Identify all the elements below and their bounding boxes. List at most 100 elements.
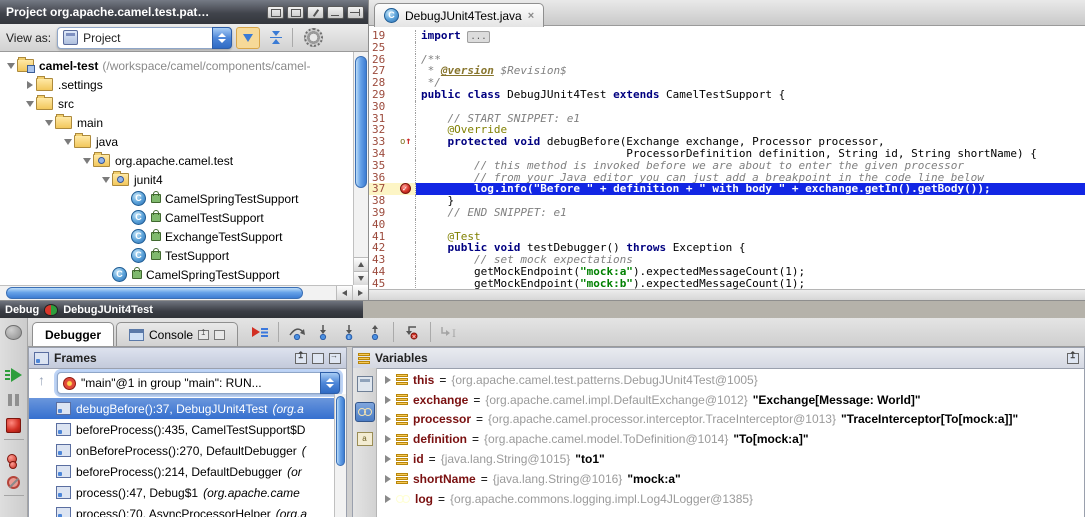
expander-closed-icon[interactable] — [385, 396, 391, 404]
gutter[interactable] — [398, 101, 416, 113]
tree-item-CamelSpringTestSupport[interactable]: CamelSpringTestSupport — [0, 189, 353, 208]
tree-item-org.apache.camel.test[interactable]: org.apache.camel.test — [0, 151, 353, 170]
collapse-all-button[interactable] — [264, 27, 288, 49]
pin-icon[interactable] — [307, 6, 324, 19]
pause-icon[interactable] — [8, 394, 19, 406]
frame-row[interactable]: process():70, AsyncProcessorHelper (org.… — [29, 503, 334, 517]
gutter[interactable] — [398, 266, 416, 278]
gutter[interactable] — [398, 54, 416, 66]
variable-row-shortName[interactable]: shortName={java.lang.String@1016}"mock:a… — [377, 469, 1084, 489]
frame-row[interactable]: beforeProcess():435, CamelTestSupport$D — [29, 419, 334, 440]
variables-restore-icon[interactable] — [1067, 353, 1079, 364]
variable-row-this[interactable]: this={org.apache.camel.test.patterns.Deb… — [377, 370, 1084, 390]
expander-closed-icon[interactable] — [385, 495, 391, 503]
breakpoint-icon[interactable] — [400, 183, 411, 194]
scroll-up-button[interactable] — [354, 257, 368, 271]
view-as-dropdown[interactable]: Project — [57, 27, 232, 49]
tree-item-CamelSpringTestSupport[interactable]: CamelSpringTestSupport — [0, 265, 353, 284]
force-step-into-button[interactable]: i — [337, 321, 361, 343]
expander-open-icon[interactable] — [23, 101, 36, 107]
gutter[interactable] — [398, 42, 416, 54]
variable-row-log[interactable]: log={org.apache.commons.logging.impl.Log… — [377, 489, 1084, 509]
gutter[interactable] — [398, 219, 416, 231]
tree-item-camel-test[interactable]: camel-test(/workspace/camel/components/c… — [0, 56, 353, 75]
scroll-from-source-button[interactable] — [236, 27, 260, 49]
view-breakpoints-icon[interactable] — [7, 454, 21, 467]
gutter[interactable] — [398, 148, 416, 160]
code-line-45[interactable]: 45 getMockEndpoint("mock:b").expectedMes… — [369, 278, 1085, 290]
variable-row-processor[interactable]: processor={org.apache.camel.processor.in… — [377, 410, 1084, 430]
expander-closed-icon[interactable] — [23, 81, 36, 89]
resume-icon[interactable] — [5, 368, 22, 382]
gutter[interactable] — [398, 242, 416, 254]
tree-item-src[interactable]: src — [0, 94, 353, 113]
gutter[interactable] — [398, 65, 416, 77]
scroll-right-button[interactable] — [352, 286, 368, 300]
hide-panel-icon[interactable] — [329, 353, 341, 364]
gutter[interactable] — [398, 183, 416, 195]
gutter[interactable] — [398, 30, 416, 42]
frame-row[interactable]: beforeProcess():214, DefaultDebugger (or — [29, 461, 334, 482]
tab-console[interactable]: Console — [116, 322, 238, 346]
editor-hscrollbar[interactable] — [369, 289, 1085, 300]
float-icon[interactable] — [267, 6, 284, 19]
step-out-button[interactable] — [363, 321, 387, 343]
hscroll-thumb[interactable] — [6, 287, 303, 299]
code-line-29[interactable]: 29public class DebugJUnit4Test extends C… — [369, 89, 1085, 101]
restore-panel-icon[interactable] — [295, 353, 307, 364]
project-tree-hscrollbar[interactable] — [0, 285, 353, 300]
editor-tab[interactable]: DebugJUnit4Test.java × — [374, 3, 544, 27]
code-line-37[interactable]: 37 log.info("Before " + definition + " w… — [369, 183, 1085, 195]
float-panel-icon[interactable] — [312, 353, 324, 364]
expander-closed-icon[interactable] — [385, 455, 391, 463]
code-line-39[interactable]: 39 // END SNIPPET: e1 — [369, 207, 1085, 219]
expander-open-icon[interactable] — [4, 63, 17, 69]
settings-button[interactable] — [301, 27, 325, 49]
tree-item-ExchangeTestSupport[interactable]: ExchangeTestSupport — [0, 227, 353, 246]
dock-icon[interactable] — [287, 6, 304, 19]
tree-item-main[interactable]: main — [0, 113, 353, 132]
variable-row-definition[interactable]: definition={org.apache.camel.model.ToDef… — [377, 429, 1084, 449]
frame-row[interactable]: process():47, Debug$1 (org.apache.came — [29, 482, 334, 503]
gutter[interactable] — [398, 124, 416, 136]
frame-row[interactable]: debugBefore():37, DebugJUnit4Test (org.a — [29, 398, 334, 419]
gutter[interactable] — [398, 89, 416, 101]
code-area[interactable]: 19import ...2526/**27 * @version $Revisi… — [369, 26, 1085, 290]
gutter[interactable] — [398, 231, 416, 243]
gutter[interactable] — [398, 278, 416, 290]
stop-icon[interactable] — [6, 418, 21, 433]
expander-open-icon[interactable] — [99, 177, 112, 183]
step-into-button[interactable] — [311, 321, 335, 343]
expander-closed-icon[interactable] — [385, 435, 391, 443]
auto-watches-icon[interactable]: a — [357, 432, 373, 446]
expander-closed-icon[interactable] — [385, 475, 391, 483]
gutter[interactable] — [398, 113, 416, 125]
gutter[interactable] — [398, 195, 416, 207]
vscroll-thumb[interactable] — [355, 56, 367, 188]
hide-icon[interactable] — [347, 6, 364, 19]
expander-open-icon[interactable] — [61, 139, 74, 145]
scroll-left-button[interactable] — [336, 286, 352, 300]
watch-button[interactable] — [355, 402, 375, 422]
scroll-down-button[interactable] — [354, 271, 368, 285]
tree-item-TestSupport[interactable]: TestSupport — [0, 246, 353, 265]
gutter[interactable]: o — [398, 136, 416, 148]
code-line-19[interactable]: 19import ... — [369, 30, 1085, 42]
step-over-button[interactable] — [285, 321, 309, 343]
thread-dropdown-stepper[interactable] — [320, 372, 340, 394]
drop-frame-button[interactable]: × — [400, 321, 424, 343]
expander-closed-icon[interactable] — [385, 415, 391, 423]
tree-item-CamelTestSupport[interactable]: CamelTestSupport — [0, 208, 353, 227]
mute-breakpoints-icon[interactable] — [7, 476, 20, 489]
code-line-27[interactable]: 27 * @version $Revision$ — [369, 65, 1085, 77]
show-execution-point-button[interactable] — [248, 321, 272, 343]
thread-dropdown[interactable]: "main"@1 in group "main": RUN... — [57, 372, 340, 394]
evaluate-icon[interactable] — [357, 376, 373, 392]
tree-item-junit4[interactable]: junit4 — [0, 170, 353, 189]
rerun-icon[interactable] — [5, 325, 22, 340]
expander-open-icon[interactable] — [80, 158, 93, 164]
expander-open-icon[interactable] — [42, 120, 55, 126]
variable-row-id[interactable]: id={java.lang.String@1015}"to1" — [377, 449, 1084, 469]
gutter[interactable] — [398, 160, 416, 172]
project-tree-vscrollbar[interactable] — [353, 52, 368, 285]
